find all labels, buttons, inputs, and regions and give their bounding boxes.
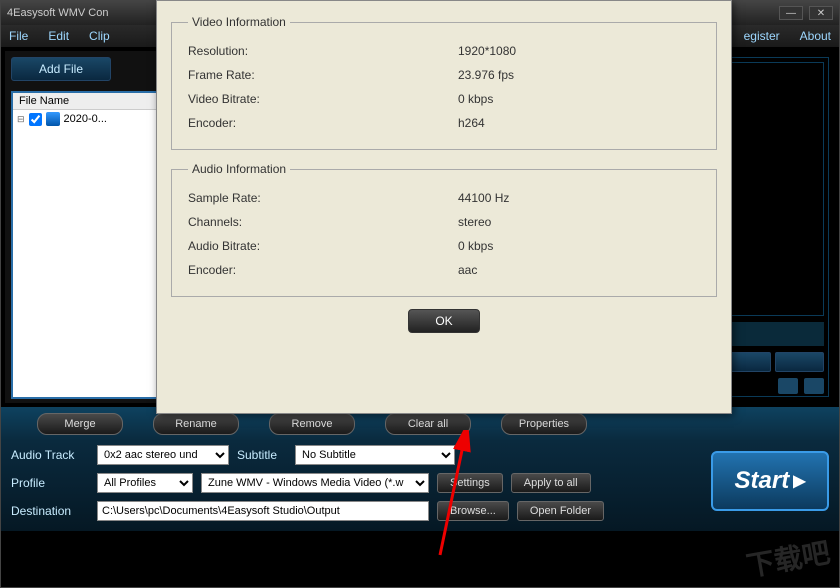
video-info-group: Video Information Resolution:1920*1080 F… — [171, 15, 717, 150]
add-file-button[interactable]: Add File — [11, 57, 111, 81]
menu-clip[interactable]: Clip — [89, 29, 110, 43]
video-bitrate-value: 0 kbps — [458, 92, 493, 106]
menu-file[interactable]: File — [9, 29, 28, 43]
audio-track-label: Audio Track — [11, 448, 89, 462]
audio-bitrate-label: Audio Bitrate: — [188, 239, 458, 253]
video-bitrate-label: Video Bitrate: — [188, 92, 458, 106]
sample-rate-label: Sample Rate: — [188, 191, 458, 205]
menu-register[interactable]: egister — [744, 29, 780, 43]
apply-all-button[interactable]: Apply to all — [511, 473, 591, 493]
file-checkbox[interactable] — [29, 113, 42, 126]
clear-all-button[interactable]: Clear all — [385, 413, 471, 435]
tree-expand-icon[interactable]: ⊟ — [17, 114, 25, 125]
subtitle-select[interactable]: No Subtitle — [295, 445, 455, 465]
rename-button[interactable]: Rename — [153, 413, 239, 435]
audio-info-legend: Audio Information — [188, 162, 290, 176]
browse-button[interactable]: Browse... — [437, 501, 509, 521]
channels-label: Channels: — [188, 215, 458, 229]
video-encoder-value: h264 — [458, 116, 485, 130]
audio-track-select[interactable]: 0x2 aac stereo und — [97, 445, 229, 465]
merge-button[interactable]: Merge — [37, 413, 123, 435]
snapshot-folder-icon[interactable] — [778, 378, 798, 394]
profile-label: Profile — [11, 476, 89, 490]
channels-value: stereo — [458, 215, 491, 229]
bottom-controls: Audio Track 0x2 aac stereo und Subtitle … — [1, 441, 839, 531]
properties-dialog: Video Information Resolution:1920*1080 F… — [156, 0, 732, 414]
audio-bitrate-value: 0 kbps — [458, 239, 493, 253]
start-button[interactable]: Start — [711, 451, 829, 511]
next-button[interactable] — [775, 352, 825, 372]
frame-rate-value: 23.976 fps — [458, 68, 514, 82]
profile-category-select[interactable]: All Profiles — [97, 473, 193, 493]
open-folder-button[interactable]: Open Folder — [517, 501, 604, 521]
settings-button[interactable]: Settings — [437, 473, 503, 493]
remove-button[interactable]: Remove — [269, 413, 355, 435]
destination-input[interactable] — [97, 501, 429, 521]
video-file-icon — [46, 112, 60, 126]
resolution-value: 1920*1080 — [458, 44, 516, 58]
video-encoder-label: Encoder: — [188, 116, 458, 130]
close-button[interactable]: ✕ — [809, 6, 833, 20]
video-info-legend: Video Information — [188, 15, 290, 29]
minimize-button[interactable]: — — [779, 6, 803, 20]
menu-about[interactable]: About — [800, 29, 831, 43]
file-name: 2020-0... — [64, 113, 107, 125]
audio-info-group: Audio Information Sample Rate:44100 Hz C… — [171, 162, 717, 297]
menu-edit[interactable]: Edit — [48, 29, 69, 43]
audio-encoder-value: aac — [458, 263, 477, 277]
profile-select[interactable]: Zune WMV - Windows Media Video (*.w — [201, 473, 429, 493]
destination-label: Destination — [11, 504, 89, 518]
audio-encoder-label: Encoder: — [188, 263, 458, 277]
subtitle-label: Subtitle — [237, 448, 287, 462]
properties-button[interactable]: Properties — [501, 413, 587, 435]
sample-rate-value: 44100 Hz — [458, 191, 509, 205]
ok-button[interactable]: OK — [408, 309, 480, 333]
window-controls: — ✕ — [779, 6, 833, 20]
resolution-label: Resolution: — [188, 44, 458, 58]
snapshot-icon[interactable] — [804, 378, 824, 394]
frame-rate-label: Frame Rate: — [188, 68, 458, 82]
